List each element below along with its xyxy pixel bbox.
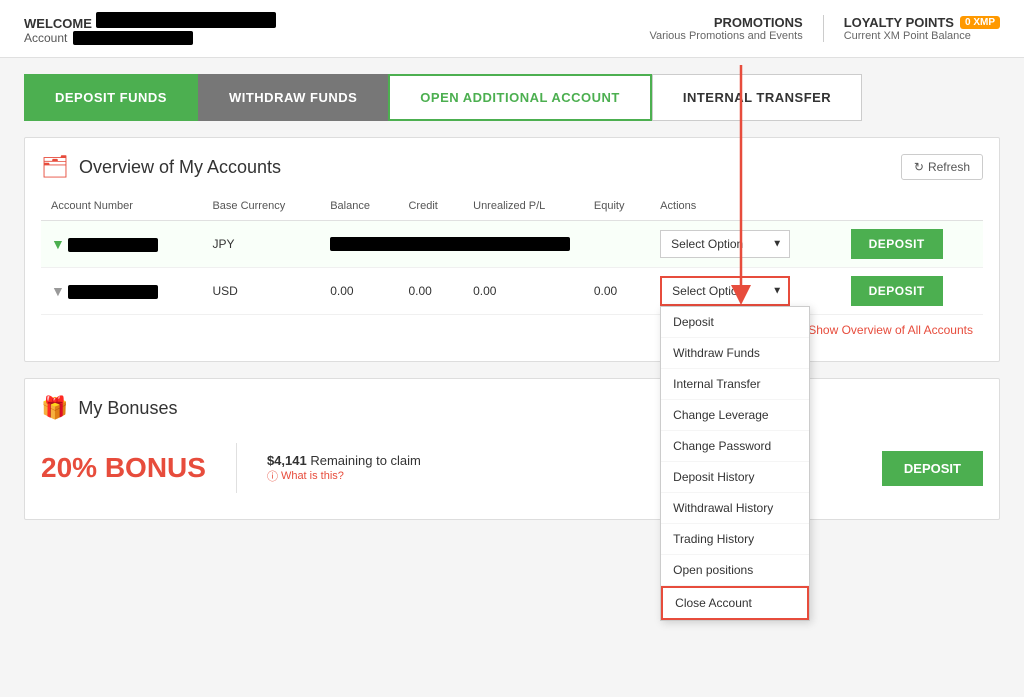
bonus-deposit-button[interactable]: DEPOSIT xyxy=(882,451,983,486)
row2-deposit-cell: DEPOSIT xyxy=(841,268,983,315)
row2-toggle-icon[interactable]: ▼ xyxy=(51,283,65,299)
account-label: Account xyxy=(24,31,67,45)
row1-select-container: Select Option ▼ xyxy=(660,230,790,258)
table-row: ▼ JPY Select Option ▼ xyxy=(41,221,983,268)
tab-deposit-funds[interactable]: DEPOSIT FUNDS xyxy=(24,74,198,121)
row2-dropdown-menu: Deposit Withdraw Funds Internal Transfer… xyxy=(660,306,810,621)
row2-actions-cell: Select Option ▼ Deposit Withdraw Funds I… xyxy=(650,268,840,315)
account-number-redacted xyxy=(73,31,193,45)
tab-open-account[interactable]: OPEN ADDITIONAL ACCOUNT xyxy=(388,74,652,121)
dropdown-item-withdraw-funds[interactable]: Withdraw Funds xyxy=(661,338,809,369)
dropdown-item-open-positions[interactable]: Open positions xyxy=(661,555,809,586)
accounts-table: Account Number Base Currency Balance Cre… xyxy=(41,192,983,315)
col-unrealized: Unrealized P/L xyxy=(463,192,584,221)
loyalty-badge: 0 XMP xyxy=(960,16,1000,29)
dropdown-item-internal-transfer[interactable]: Internal Transfer xyxy=(661,369,809,400)
refresh-icon: ↻ xyxy=(914,160,924,174)
username-redacted xyxy=(96,12,276,28)
col-account-number: Account Number xyxy=(41,192,202,221)
row1-deposit-button[interactable]: DEPOSIT xyxy=(851,229,943,259)
row2-balance: 0.00 xyxy=(320,268,398,315)
bonus-divider xyxy=(236,443,237,493)
header: WELCOME Account PROMOTIONS Various Promo… xyxy=(0,0,1024,58)
bonus-remaining-section: $4,141 Remaining to claim ⓘ What is this… xyxy=(267,453,421,484)
row1-select-button[interactable]: Select Option xyxy=(660,230,790,258)
bonus-what-label: What is this? xyxy=(281,470,344,482)
main-content: 🗂 Overview of My Accounts ↻ Refresh Acco… xyxy=(0,121,1024,552)
loyalty-section: LOYALTY POINTS 0 XMP Current XM Point Ba… xyxy=(824,15,1000,42)
col-actions: Actions xyxy=(650,192,840,221)
table-header-row: Account Number Base Currency Balance Cre… xyxy=(41,192,983,221)
bonuses-card: 🎁 My Bonuses 20% BONUS $4,141 Remaining … xyxy=(24,378,1000,520)
header-right: PROMOTIONS Various Promotions and Events… xyxy=(649,15,1000,42)
row2-credit: 0.00 xyxy=(398,268,463,315)
bonus-what-link[interactable]: ⓘ What is this? xyxy=(267,468,421,484)
row1-balance-redacted xyxy=(330,237,570,251)
overview-card: 🗂 Overview of My Accounts ↻ Refresh Acco… xyxy=(24,137,1000,362)
refresh-label: Refresh xyxy=(928,160,970,174)
row2-unrealized: 0.00 xyxy=(463,268,584,315)
table-row: ▼ USD 0.00 0.00 0.00 0.00 Select Option … xyxy=(41,268,983,315)
row1-select-label: Select Option xyxy=(671,237,743,251)
row2-account-number xyxy=(68,285,158,299)
row1-actions-cell: Select Option ▼ xyxy=(650,221,840,268)
dropdown-item-trading-history[interactable]: Trading History xyxy=(661,524,809,555)
row2-toggle-cell: ▼ xyxy=(41,268,202,315)
row2-equity: 0.00 xyxy=(584,268,650,315)
refresh-button[interactable]: ↻ Refresh xyxy=(901,154,983,180)
nav-tabs: DEPOSIT FUNDS WITHDRAW FUNDS OPEN ADDITI… xyxy=(0,58,1024,121)
dropdown-item-deposit-history[interactable]: Deposit History xyxy=(661,462,809,493)
row2-select-label: Select Option xyxy=(672,284,744,298)
gift-icon: 🎁 xyxy=(41,395,68,421)
info-icon: ⓘ xyxy=(267,468,278,484)
loyalty-subtitle: Current XM Point Balance xyxy=(844,30,1000,42)
bonus-remaining-amount: $4,141 xyxy=(267,453,307,468)
bonus-section: 20% BONUS $4,141 Remaining to claim ⓘ Wh… xyxy=(41,433,983,503)
row2-deposit-button[interactable]: DEPOSIT xyxy=(851,276,943,306)
dropdown-item-close-account[interactable]: Close Account xyxy=(661,586,809,620)
welcome-label: WELCOME xyxy=(24,16,92,31)
bonus-remaining-label: Remaining to claim xyxy=(310,453,421,468)
bonus-percent: 20% BONUS xyxy=(41,452,206,484)
tab-withdraw-funds[interactable]: WITHDRAW FUNDS xyxy=(198,74,388,121)
row2-currency: USD xyxy=(202,268,320,315)
bonuses-header: 🎁 My Bonuses xyxy=(41,395,983,421)
welcome-text: WELCOME xyxy=(24,12,276,31)
briefcase-icon: 🗂 xyxy=(41,154,69,180)
dropdown-item-change-password[interactable]: Change Password xyxy=(661,431,809,462)
row2-select-button[interactable]: Select Option xyxy=(660,276,790,306)
row1-account-number xyxy=(68,238,158,252)
dropdown-item-deposit[interactable]: Deposit xyxy=(661,307,809,338)
account-row: Account xyxy=(24,31,276,45)
dropdown-item-withdrawal-history[interactable]: Withdrawal History xyxy=(661,493,809,524)
col-base-currency: Base Currency xyxy=(202,192,320,221)
promotions-title: PROMOTIONS xyxy=(649,15,802,30)
row2-select-container: Select Option ▼ Deposit Withdraw Funds I… xyxy=(660,276,790,306)
bonuses-title-row: 🎁 My Bonuses xyxy=(41,395,177,421)
row1-toggle-cell: ▼ xyxy=(41,221,202,268)
bonuses-title: My Bonuses xyxy=(78,398,177,419)
promotions-subtitle: Various Promotions and Events xyxy=(649,30,802,42)
overview-card-header: 🗂 Overview of My Accounts ↻ Refresh xyxy=(41,154,983,180)
row1-balance-cell xyxy=(320,221,650,268)
overview-title: Overview of My Accounts xyxy=(79,157,281,178)
bonus-remaining-row: $4,141 Remaining to claim xyxy=(267,453,421,468)
row1-currency: JPY xyxy=(202,221,320,268)
loyalty-title-row: LOYALTY POINTS 0 XMP xyxy=(844,15,1000,30)
row1-toggle-icon[interactable]: ▼ xyxy=(51,236,65,252)
col-deposit xyxy=(841,192,983,221)
col-balance: Balance xyxy=(320,192,398,221)
tab-internal-transfer[interactable]: INTERNAL TRANSFER xyxy=(652,74,862,121)
header-left: WELCOME Account xyxy=(24,12,276,45)
dropdown-item-change-leverage[interactable]: Change Leverage xyxy=(661,400,809,431)
row1-deposit-cell: DEPOSIT xyxy=(841,221,983,268)
col-equity: Equity xyxy=(584,192,650,221)
card-title-row: 🗂 Overview of My Accounts xyxy=(41,154,281,180)
show-all-link[interactable]: Show Overview of All Accounts xyxy=(41,315,983,345)
promotions-section: PROMOTIONS Various Promotions and Events xyxy=(649,15,823,42)
col-credit: Credit xyxy=(398,192,463,221)
loyalty-title: LOYALTY POINTS xyxy=(844,15,954,30)
